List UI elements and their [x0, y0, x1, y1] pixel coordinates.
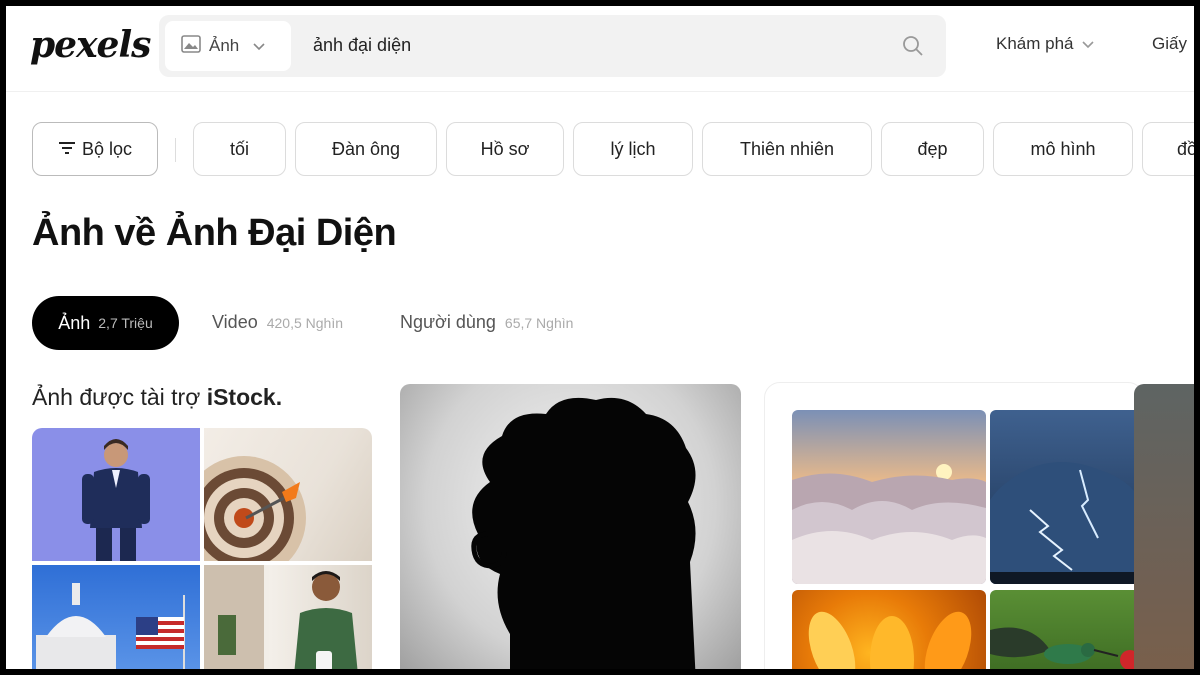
- chip-mo-hinh[interactable]: mô hình: [993, 122, 1133, 176]
- chip-divider: [175, 138, 176, 162]
- nav-explore[interactable]: Khám phá: [996, 34, 1094, 54]
- tab-photos-label: Ảnh: [58, 312, 91, 333]
- photo-partial-landscape[interactable]: [1134, 384, 1194, 669]
- filter-icon: [58, 139, 76, 160]
- tab-videos-count: 420,5 Nghìn: [266, 315, 344, 331]
- chevron-down-icon: [253, 36, 265, 56]
- tab-photos-count: 2,7 Triệu: [98, 315, 153, 331]
- istock-brand[interactable]: iStock.: [207, 384, 282, 410]
- filter-button[interactable]: Bộ lọc: [32, 122, 158, 176]
- filter-chips-row: Bộ lọc tối Đàn ông Hồ sơ lý lịch Thiên n…: [32, 122, 1194, 176]
- tab-users[interactable]: Người dùng 65,7 Nghìn: [400, 312, 573, 333]
- chevron-down-icon: [1081, 34, 1094, 54]
- nav-explore-label: Khám phá: [996, 34, 1074, 53]
- sponsored-photo-businessman[interactable]: [32, 428, 200, 561]
- collection-photo-hummingbird[interactable]: [990, 590, 1140, 669]
- sponsored-prefix: Ảnh được tài trợ: [32, 384, 201, 410]
- chip-dan-ong[interactable]: Đàn ông: [295, 122, 437, 176]
- chip-thien-nhien[interactable]: Thiên nhiên: [702, 122, 872, 176]
- tab-videos[interactable]: Video 420,5 Nghìn: [212, 312, 343, 333]
- collection-photo-sunset-clouds[interactable]: [792, 410, 986, 584]
- pexels-logo[interactable]: pexels: [30, 24, 151, 66]
- search-input[interactable]: ảnh đại diện: [313, 35, 411, 56]
- top-header: pexels Ảnh ảnh đại diện Khám phá Giấy: [6, 6, 1194, 92]
- page-title: Ảnh về Ảnh Đại Diện: [32, 212, 397, 254]
- collection-photo-orange-flower[interactable]: [792, 590, 986, 669]
- chip-toi[interactable]: tối: [193, 122, 286, 176]
- tab-photos[interactable]: Ảnh 2,7 Triệu: [32, 296, 179, 350]
- tab-users-count: 65,7 Nghìn: [504, 315, 574, 331]
- filter-button-label: Bộ lọc: [81, 138, 133, 159]
- collection-photo-lightning[interactable]: [990, 410, 1140, 584]
- sponsored-photo-capitol[interactable]: [32, 565, 200, 669]
- search-type-label: Ảnh: [209, 36, 240, 55]
- image-icon: [181, 34, 201, 58]
- chip-ly-lich[interactable]: lý lịch: [573, 122, 693, 176]
- search-icon[interactable]: [902, 35, 924, 62]
- search-type-dropdown[interactable]: Ảnh: [165, 21, 291, 71]
- sponsored-heading: Ảnh được tài trợ iStock.: [32, 384, 282, 411]
- tab-users-label: Người dùng: [400, 312, 496, 332]
- sponsored-photo-dartboard[interactable]: [204, 428, 372, 561]
- photo-silhouette-profile[interactable]: [400, 384, 741, 669]
- tab-videos-label: Video: [212, 312, 258, 332]
- chip-dep[interactable]: đẹp: [881, 122, 984, 176]
- chip-do[interactable]: đồ: [1142, 122, 1194, 176]
- nav-license[interactable]: Giấy: [1152, 34, 1187, 54]
- search-bar[interactable]: Ảnh ảnh đại diện: [159, 15, 946, 77]
- sponsored-photo-office-man[interactable]: [204, 565, 372, 669]
- chip-ho-so[interactable]: Hồ sơ: [446, 122, 564, 176]
- browser-frame: pexels Ảnh ảnh đại diện Khám phá Giấy Bộ…: [6, 6, 1194, 669]
